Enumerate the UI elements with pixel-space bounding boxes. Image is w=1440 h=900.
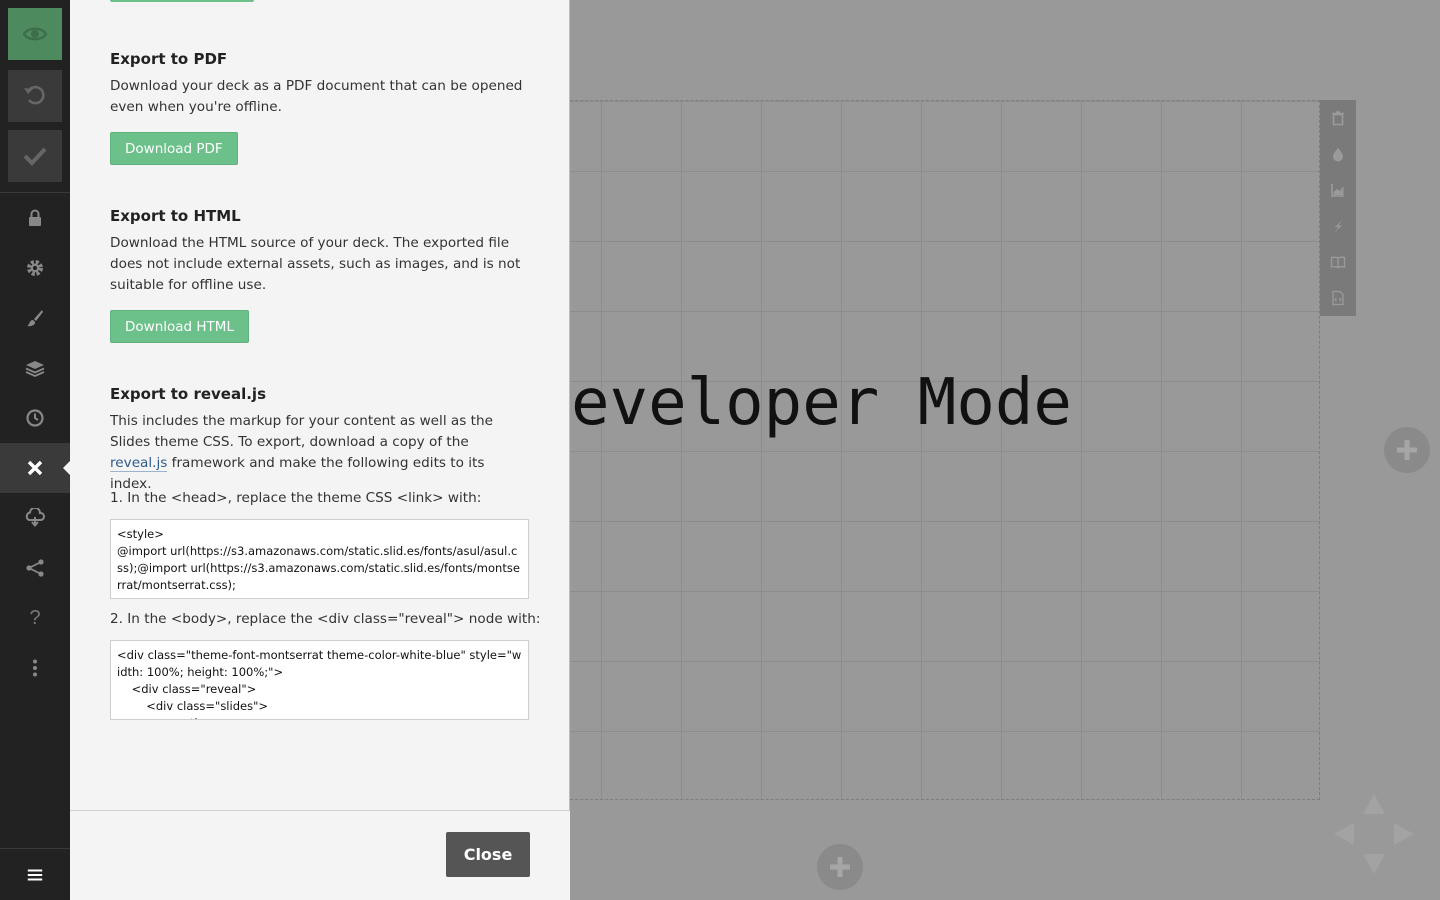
layers-icon	[25, 361, 45, 377]
export-pdf-title: Export to PDF	[110, 50, 228, 68]
hamburger-icon	[27, 869, 43, 880]
trash-icon	[1332, 111, 1344, 126]
bolt-icon	[1334, 220, 1342, 233]
delete-slide-button[interactable]	[1320, 100, 1356, 136]
preview-icon	[22, 27, 48, 41]
insert-chart-button[interactable]	[1320, 172, 1356, 208]
revealjs-link[interactable]: reveal.js	[110, 455, 168, 472]
close-button[interactable]: Close	[446, 832, 530, 877]
drop-icon	[1333, 148, 1343, 162]
export-pdf-description: Download your deck as a PDF document tha…	[110, 78, 523, 115]
book-icon	[1330, 256, 1346, 269]
lock-icon	[29, 209, 41, 226]
export-reveal-text: This includes the markup for your conten…	[110, 413, 493, 450]
slide-text[interactable]: eveloper Mode	[571, 366, 1072, 440]
add-slide-down-button[interactable]	[817, 844, 863, 890]
slide-navigation-controls	[1334, 794, 1414, 874]
export-panel: Export to PDF Download your deck as a PD…	[70, 0, 570, 900]
slide-toolbar	[1320, 100, 1356, 316]
nav-up-arrow-icon[interactable]	[1363, 794, 1385, 814]
speaker-notes-button[interactable]	[1320, 244, 1356, 280]
nav-down-arrow-icon[interactable]	[1363, 854, 1385, 874]
brush-icon	[27, 310, 43, 327]
sidebar-item-import[interactable]	[0, 493, 70, 543]
theme-css-code[interactable]: <style> @import url(https://s3.amazonaws…	[110, 519, 529, 599]
more-icon	[33, 659, 37, 677]
reveal-markup-code[interactable]: <div class="theme-font-montserrat theme-…	[110, 640, 529, 720]
slide-background-button[interactable]	[1320, 136, 1356, 172]
export-reveal-text-end: framework and make the following edits t…	[110, 455, 485, 492]
help-icon: ?	[29, 606, 41, 629]
sidebar-item-lock[interactable]	[0, 193, 70, 243]
previous-section-button[interactable]	[110, 0, 254, 2]
step-2-instruction: 2. In the <body>, replace the <div class…	[110, 611, 541, 627]
sidebar-item-layers[interactable]	[0, 343, 70, 393]
sidebar-item-style[interactable]	[0, 293, 70, 343]
clock-icon	[26, 409, 44, 427]
undo-icon	[24, 85, 45, 105]
step-1-instruction: 1. In the <head>, replace the theme CSS …	[110, 490, 482, 506]
share-icon	[26, 559, 44, 577]
undo-button[interactable]	[8, 70, 62, 122]
preview-button[interactable]	[8, 8, 62, 60]
main-menu-button[interactable]	[0, 848, 70, 900]
export-panel-content[interactable]: Export to PDF Download your deck as a PD…	[70, 0, 570, 810]
nav-right-arrow-icon[interactable]	[1394, 823, 1414, 845]
export-reveal-title: Export to reveal.js	[110, 385, 267, 403]
check-icon	[23, 147, 47, 166]
download-html-button[interactable]: Download HTML	[110, 310, 249, 343]
editor-sidebar: ?	[0, 0, 70, 900]
chart-icon	[1331, 184, 1344, 197]
sidebar-item-settings[interactable]	[0, 243, 70, 293]
export-reveal-description: This includes the markup for your conten…	[110, 411, 530, 495]
edit-html-button[interactable]	[1320, 280, 1356, 316]
save-button[interactable]	[8, 130, 62, 182]
sidebar-item-share[interactable]	[0, 543, 70, 593]
slide-canvas[interactable]	[520, 100, 1320, 800]
sidebar-item-help[interactable]: ?	[0, 593, 70, 643]
nav-left-arrow-icon[interactable]	[1334, 823, 1354, 845]
export-html-title: Export to HTML	[110, 207, 241, 225]
plus-icon	[830, 857, 850, 877]
sidebar-item-more[interactable]	[0, 643, 70, 693]
gear-icon	[27, 260, 43, 276]
export-panel-footer: Close	[70, 810, 570, 900]
close-icon	[27, 460, 43, 476]
export-html-description: Download the HTML source of your deck. T…	[110, 235, 521, 293]
download-pdf-button[interactable]: Download PDF	[110, 132, 238, 165]
animation-button[interactable]	[1320, 208, 1356, 244]
add-slide-right-button[interactable]	[1384, 427, 1430, 473]
cloud-download-icon	[25, 508, 45, 528]
code-icon	[1332, 290, 1344, 306]
sidebar-item-export[interactable]	[0, 443, 70, 493]
sidebar-item-history[interactable]	[0, 393, 70, 443]
plus-icon	[1397, 440, 1417, 460]
